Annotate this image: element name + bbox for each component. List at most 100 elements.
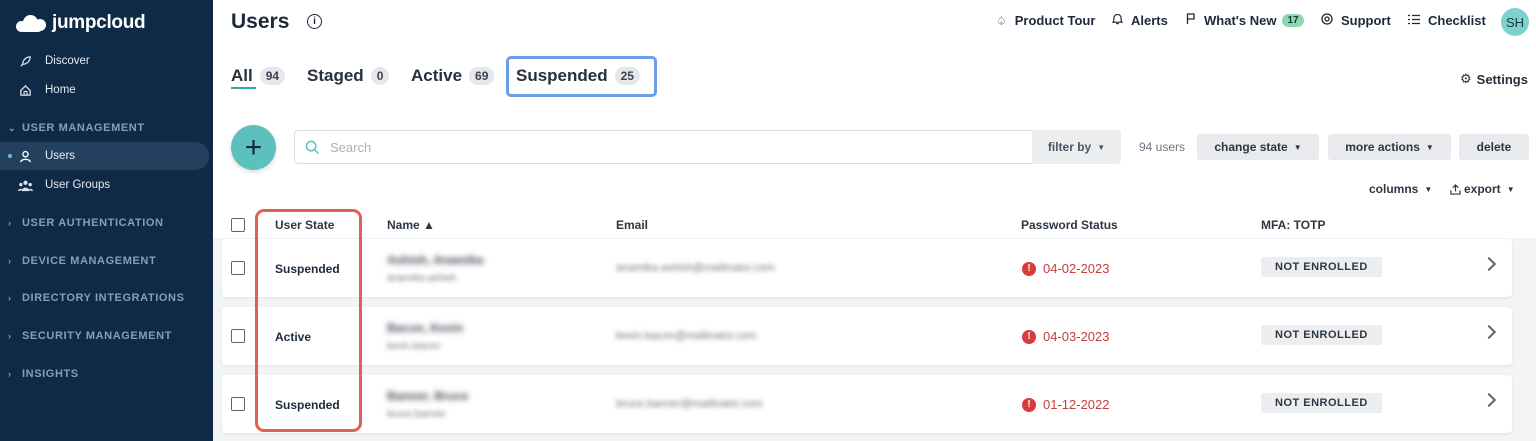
home-icon (17, 82, 33, 98)
caret-down-icon: ▼ (1425, 142, 1434, 152)
change-state-button[interactable]: change state ▼ (1197, 134, 1319, 160)
section-label: INSIGHTS (22, 368, 79, 380)
rocket-icon (17, 53, 33, 69)
filter-by-button[interactable]: filter by ▼ (1032, 130, 1121, 164)
nav-label: Alerts (1131, 13, 1168, 28)
sidebar-item-label: Users (45, 150, 76, 162)
export-button[interactable]: export ▼ (1450, 182, 1515, 196)
tab-count-badge: 94 (259, 67, 286, 85)
nav-checklist[interactable]: Checklist (1408, 13, 1486, 28)
settings-button[interactable]: ⚙ Settings (1460, 71, 1528, 87)
sidebar-item-discover[interactable]: Discover (0, 47, 213, 75)
flag-icon (1186, 13, 1196, 28)
more-actions-button[interactable]: more actions ▼ (1328, 134, 1451, 160)
user-username: bruce.banner (387, 409, 446, 420)
search-input[interactable] (330, 139, 930, 155)
active-tab-underline (231, 87, 256, 89)
column-header-password-status[interactable]: Password Status (1021, 218, 1118, 232)
alert-icon: ! (1022, 261, 1036, 276)
password-status: ! 01-12-2022 (1022, 397, 1110, 412)
user-username: kevin.bacon (387, 341, 441, 352)
caret-down-icon: ▼ (1293, 142, 1302, 152)
row-checkbox[interactable] (231, 397, 245, 411)
sidebar-item-label: Discover (45, 55, 90, 67)
chevron-right-icon[interactable] (1481, 392, 1497, 408)
chevron-right-icon: › (8, 218, 12, 228)
gear-icon: ⚙ (1460, 71, 1472, 86)
chevron-right-icon[interactable] (1481, 324, 1497, 340)
section-directory-integrations[interactable]: › DIRECTORY INTEGRATIONS (0, 292, 185, 304)
password-status: ! 04-02-2023 (1022, 261, 1110, 276)
avatar[interactable]: SH (1501, 8, 1529, 36)
info-icon[interactable]: i (307, 14, 322, 29)
section-device-management[interactable]: › DEVICE MANAGEMENT (0, 255, 156, 267)
sidebar-item-home[interactable]: Home (0, 76, 213, 104)
user-icon (17, 148, 33, 164)
lifebuoy-icon (1321, 13, 1333, 28)
password-date: 04-03-2023 (1043, 329, 1110, 344)
cloud-logo-icon (14, 12, 50, 34)
row-checkbox[interactable] (231, 261, 245, 275)
sidebar: jumpcloud Discover Home ⌄ USER MANAGEMEN… (0, 0, 213, 441)
column-header-mfa-totp[interactable]: MFA: TOTP (1261, 218, 1325, 232)
button-label: delete (1476, 140, 1512, 154)
sidebar-item-users[interactable]: Users (0, 142, 209, 170)
nav-label: Checklist (1428, 13, 1486, 28)
nav-whats-new[interactable]: What's New 17 (1186, 13, 1304, 28)
delete-button[interactable]: delete (1459, 134, 1529, 160)
bell-outline-icon: ♤ (996, 13, 1007, 28)
chevron-right-icon[interactable] (1481, 256, 1497, 272)
user-username: anamika.ashish (387, 273, 457, 284)
page-title: Users (231, 10, 290, 33)
button-label: columns (1369, 182, 1419, 196)
password-status: ! 04-03-2023 (1022, 329, 1110, 344)
row-checkbox[interactable] (231, 329, 245, 343)
search-bar (294, 130, 1032, 164)
settings-label: Settings (1476, 71, 1528, 87)
section-label: DEVICE MANAGEMENT (22, 255, 157, 267)
logo-text: jumpcloud (52, 12, 146, 33)
chevron-down-icon: ⌄ (8, 122, 17, 133)
tab-label: Active (411, 66, 463, 85)
nav-product-tour[interactable]: ♤ Product Tour (996, 13, 1095, 28)
tab-active[interactable]: Active 69 (411, 66, 495, 86)
table-row[interactable]: Suspended Banner, Bruce bruce.banner bru… (222, 375, 1512, 433)
tab-staged[interactable]: Staged 0 (307, 66, 390, 86)
user-email: anamika.ashish@mailinator.com (616, 262, 775, 274)
column-header-name[interactable]: Name ▲ (387, 218, 435, 232)
table-row[interactable]: Suspended Ashish, Anamika anamika.ashish… (222, 239, 1512, 297)
alert-icon: ! (1022, 329, 1036, 344)
section-user-authentication[interactable]: › USER AUTHENTICATION (0, 217, 164, 229)
columns-button[interactable]: columns ▼ (1369, 182, 1432, 196)
section-label: USER AUTHENTICATION (22, 217, 164, 229)
tab-label: All (231, 66, 253, 85)
sidebar-item-label: Home (45, 84, 76, 96)
section-insights[interactable]: › INSIGHTS (0, 368, 79, 380)
caret-down-icon: ▼ (1424, 184, 1433, 194)
nav-label: Product Tour (1014, 13, 1096, 28)
chevron-right-icon: › (8, 331, 12, 341)
user-email: kevin.bacon@mailinator.com (616, 330, 757, 342)
nav-support[interactable]: Support (1321, 13, 1391, 28)
alert-icon: ! (1022, 397, 1036, 412)
user-state-column-highlight (255, 209, 362, 432)
mfa-status-badge: NOT ENROLLED (1261, 393, 1382, 413)
search-icon (305, 140, 320, 155)
section-security-management[interactable]: › SECURITY MANAGEMENT (0, 330, 172, 342)
nav-label: Support (1341, 13, 1391, 28)
section-user-management[interactable]: ⌄ USER MANAGEMENT (0, 122, 145, 134)
button-label: more actions (1345, 140, 1420, 154)
tab-count-badge: 69 (469, 67, 495, 85)
bell-icon (1111, 13, 1124, 28)
sidebar-item-user-groups[interactable]: User Groups (0, 171, 213, 199)
jumpcloud-logo[interactable]: jumpcloud (14, 12, 146, 34)
nav-alerts[interactable]: Alerts (1111, 13, 1168, 28)
tab-all[interactable]: All 94 (231, 66, 286, 86)
table-row[interactable]: Active Bacon, Kevin kevin.bacon kevin.ba… (222, 307, 1512, 365)
select-all-checkbox[interactable] (231, 218, 245, 232)
password-date: 01-12-2022 (1043, 397, 1110, 412)
column-header-email[interactable]: Email (616, 218, 648, 232)
mfa-status-badge: NOT ENROLLED (1261, 325, 1382, 345)
user-name: Banner, Bruce (387, 389, 469, 403)
add-user-button[interactable]: + (231, 125, 276, 170)
